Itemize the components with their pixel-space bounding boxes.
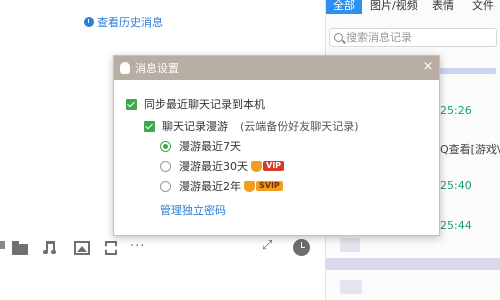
tab-emoji[interactable]: 表情 — [432, 0, 454, 14]
vip-badge: VIP — [251, 159, 285, 173]
search-input[interactable] — [346, 31, 486, 44]
roam-7-days-radio[interactable] — [160, 140, 171, 152]
clock-icon — [84, 17, 94, 27]
roam-30-days-radio[interactable] — [160, 160, 171, 172]
roam-30-days-label: 漫游最近30天 — [179, 160, 248, 173]
view-history-link[interactable]: 查看历史消息 — [84, 14, 163, 30]
qq-penguin-icon — [120, 62, 130, 74]
record-search[interactable] — [329, 28, 497, 47]
folder-icon[interactable] — [12, 241, 28, 255]
more-icon[interactable]: ··· — [130, 240, 150, 254]
sync-recent-checkbox-row[interactable]: 同步最近聊天记录到本机 — [126, 96, 265, 112]
view-history-label: 查看历史消息 — [97, 16, 163, 29]
blurred-avatar — [340, 238, 360, 252]
message-time: 25:26 — [440, 104, 472, 117]
roam-2-years-label: 漫游最近2年 — [179, 180, 241, 193]
roam-2-years-option[interactable]: 漫游最近2年 SVIP — [160, 178, 283, 194]
roam-note: (云端备份好友聊天记录) — [240, 120, 359, 133]
message-snippet: Q查看[游戏\ — [440, 143, 500, 156]
message-history-clock-icon[interactable] — [293, 239, 310, 256]
svip-tag: SVIP — [256, 181, 283, 191]
roam-label: 聊天记录漫游 — [162, 120, 228, 133]
svip-crown-icon — [244, 180, 255, 192]
search-icon — [334, 33, 343, 42]
manage-password-link[interactable]: 管理独立密码 — [160, 202, 226, 218]
close-icon[interactable]: × — [421, 60, 435, 74]
svip-badge: SVIP — [244, 179, 283, 193]
roam-2-years-radio[interactable] — [160, 180, 171, 192]
blurred-message-top — [440, 68, 496, 74]
vip-tag: VIP — [263, 161, 285, 171]
message-time: 25:40 — [440, 179, 472, 192]
sync-recent-checkbox[interactable] — [126, 98, 137, 110]
dialog-title: 消息设置 — [135, 62, 179, 75]
dialog-title-bar: 消息设置 × — [114, 56, 439, 80]
tab-all[interactable]: 全部 — [326, 0, 362, 14]
music-icon[interactable] — [43, 241, 59, 255]
message-settings-dialog: 消息设置 × 同步最近聊天记录到本机 聊天记录漫游 (云端备份好友聊天记录) 漫… — [113, 55, 440, 236]
blurred-avatar — [340, 280, 362, 294]
vip-crown-icon — [251, 160, 262, 172]
roam-checkbox[interactable] — [144, 120, 155, 132]
image-icon[interactable] — [74, 241, 90, 255]
expand-icon[interactable]: ⤢ — [262, 239, 276, 253]
screenshot-icon[interactable] — [103, 241, 119, 255]
chat-toolbar: ··· — [0, 236, 325, 262]
message-time: 25:44 — [440, 219, 472, 232]
tab-images-videos[interactable]: 图片/视频 — [370, 0, 418, 14]
sync-recent-label: 同步最近聊天记录到本机 — [144, 98, 265, 111]
roam-7-days-label: 漫游最近7天 — [179, 140, 241, 153]
roam-30-days-option[interactable]: 漫游最近30天 VIP — [160, 158, 285, 174]
blurred-message — [326, 258, 500, 270]
roam-7-days-option[interactable]: 漫游最近7天 — [160, 138, 241, 154]
tab-files[interactable]: 文件 — [472, 0, 494, 14]
record-tabs: 全部 图片/视频 表情 文件 — [326, 0, 500, 14]
qq-chat-window: 查看历史消息 ··· ⤢ 全部 图片/视频 表情 文件 搜索消息记录 25:26… — [0, 0, 500, 300]
roam-checkbox-row[interactable]: 聊天记录漫游 (云端备份好友聊天记录) — [144, 118, 359, 134]
